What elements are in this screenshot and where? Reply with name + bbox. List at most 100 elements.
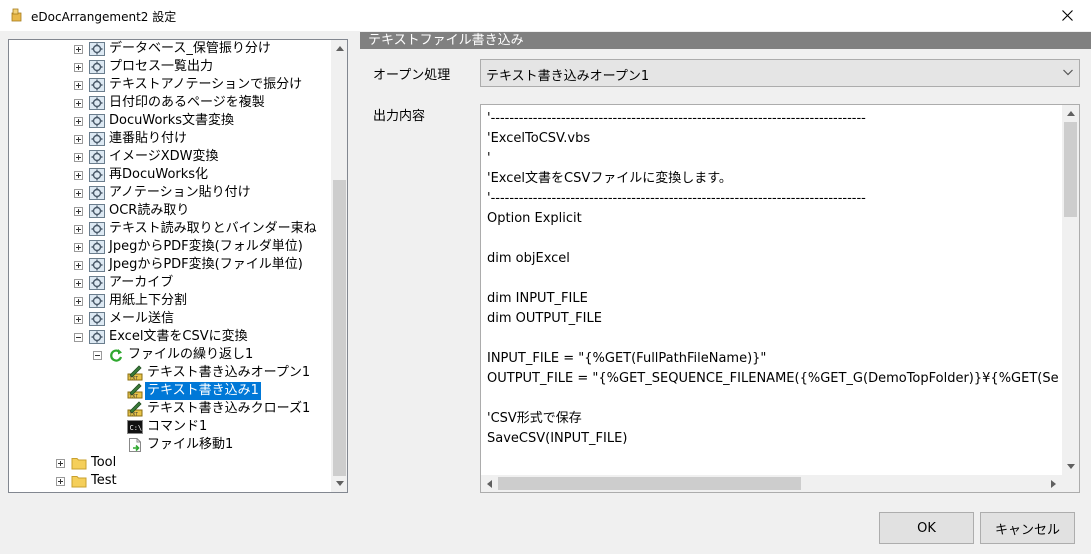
expand-icon[interactable] [74,117,83,126]
tree-item[interactable]: OCR読み取り [9,202,331,220]
section-header: テキストファイル書き込み [360,32,1091,49]
tree-content: データベース_保管振り分けプロセス一覧出力 テキストアノテーションで振分け 日付印の… [9,40,331,492]
code-line: INPUT_FILE = "{%GET(FullPathFileName)}" [487,351,767,366]
expand-icon[interactable] [74,135,83,144]
code-line: SaveCSV(INPUT_FILE) [487,431,628,446]
expand-icon[interactable] [74,297,83,306]
tree-item-label: JpegからPDF変換(ファイル単位) [109,257,303,272]
code-lines: '---------------------------------------… [487,109,1059,469]
tree-item[interactable]: アノテーション貼り付け [9,184,331,202]
expand-icon[interactable] [74,243,83,252]
cancel-button[interactable]: キャンセル [980,512,1075,544]
code-line: Option Explicit [487,211,582,226]
process-icon [89,311,105,327]
code-vertical-scrollbar[interactable] [1062,105,1079,475]
tree-item[interactable]: 用紙上下分割 [9,292,331,310]
tree-item[interactable]: 連番貼り付け [9,130,331,148]
tree-item[interactable]: DocuWorks文書変換 [9,112,331,130]
expand-icon[interactable] [74,279,83,288]
tree-item[interactable]: 再DocuWorks化 [9,166,331,184]
expand-icon[interactable] [74,189,83,198]
scrollbar-corner [1062,475,1079,492]
tree-item[interactable]: データベース_保管振り分け [9,40,331,58]
tree-item[interactable]: 日付印のあるページを複製 [9,94,331,112]
tree-item-label: データベース_保管振り分け [109,41,271,56]
scroll-down-arrow-icon[interactable] [1062,458,1079,475]
tree-item[interactable]: Excel文書をCSVに変換 [9,328,331,346]
process-icon [89,293,105,309]
process-icon [89,95,105,111]
tree-item[interactable]: TXT テキスト書き込みオープン1 [9,364,331,382]
expand-icon[interactable] [74,153,83,162]
process-icon [89,167,105,183]
tree-item[interactable]: C:\ コマンド1 [9,418,331,436]
tree-item[interactable]: JpegからPDF変換(フォルダ単位) [9,238,331,256]
code-line: OUTPUT_FILE = "{%GET_SEQUENCE_FILENAME({… [487,371,1059,386]
scroll-right-arrow-icon[interactable] [1045,475,1062,492]
code-hscroll-thumb[interactable] [498,477,801,490]
process-icon [89,329,105,345]
tree-item[interactable]: Tool [9,454,331,472]
tree-item-label: OCR読み取り [109,203,190,218]
tree-item-label: アーカイブ [109,275,174,290]
svg-text:TXT: TXT [129,412,139,418]
expand-icon[interactable] [74,225,83,234]
tree-item[interactable]: テキストアノテーションで振分け [9,76,331,94]
collapse-icon[interactable] [93,351,102,360]
tree-item[interactable]: アーカイブ [9,274,331,292]
tree-item[interactable]: テキスト読み取りとバインダー束ね [9,220,331,238]
expand-icon[interactable] [56,459,65,468]
output-content-textarea[interactable]: '---------------------------------------… [480,104,1080,493]
tree-item[interactable]: ファイルの繰り返し1 [9,346,331,364]
scroll-up-arrow-icon[interactable] [1062,105,1079,122]
expand-icon[interactable] [74,261,83,270]
expand-icon[interactable] [74,63,83,72]
scroll-left-arrow-icon[interactable] [481,475,498,492]
tree-item[interactable]: TXT テキスト書き込み1 [9,382,331,400]
process-icon [89,185,105,201]
process-icon [89,149,105,165]
tree-item-label: Tool [91,455,117,470]
scroll-down-arrow-icon[interactable] [331,475,347,492]
expand-icon[interactable] [74,171,83,180]
tree-vertical-scrollbar[interactable] [331,40,347,492]
tree-item-label: イメージXDW変換 [109,149,219,164]
open-process-select[interactable]: テキスト書き込みオープン1 [480,59,1080,87]
code-horizontal-scrollbar[interactable] [481,475,1062,492]
tree-item-label: 連番貼り付け [109,131,188,146]
expand-icon[interactable] [74,81,83,90]
code-vscroll-thumb[interactable] [1064,122,1077,217]
close-button[interactable] [1044,0,1091,31]
ok-button[interactable]: OK [879,512,974,544]
collapse-icon[interactable] [74,333,83,342]
tree-item[interactable]: ファイル移動1 [9,436,331,454]
expand-icon[interactable] [74,315,83,324]
expand-icon[interactable] [74,45,83,54]
tree-item[interactable]: TXT テキスト書き込みクローズ1 [9,400,331,418]
svg-text:C:\: C:\ [130,424,143,432]
tree-item-label: テキスト書き込み1 [145,382,261,400]
text-write-icon: TXT [127,365,143,382]
tree-scroll-thumb[interactable] [333,180,346,476]
process-icon [89,203,105,219]
folder-icon [71,455,87,471]
expand-icon[interactable] [74,207,83,216]
tree-item[interactable]: JpegからPDF変換(ファイル単位) [9,256,331,274]
process-icon [89,275,105,291]
tree-item[interactable]: イメージXDW変換 [9,148,331,166]
open-process-label: オープン処理 [373,68,451,83]
tree-item[interactable]: メール送信 [9,310,331,328]
text-write-icon: TXT [127,383,143,400]
code-line: dim OUTPUT_FILE [487,311,602,326]
tree-item-label: 用紙上下分割 [109,293,188,308]
scroll-up-arrow-icon[interactable] [331,40,347,57]
process-tree[interactable]: データベース_保管振り分けプロセス一覧出力 テキストアノテーションで振分け 日付印の… [8,39,348,493]
output-content-label: 出力内容 [373,109,426,124]
tree-item[interactable]: Test [9,472,331,490]
tree-item[interactable]: プロセス一覧出力 [9,58,331,76]
expand-icon[interactable] [56,477,65,486]
process-icon [89,113,105,129]
tree-item-label: Test [91,473,117,488]
tree-item-label: テキスト書き込みクローズ1 [147,401,311,416]
expand-icon[interactable] [74,99,83,108]
